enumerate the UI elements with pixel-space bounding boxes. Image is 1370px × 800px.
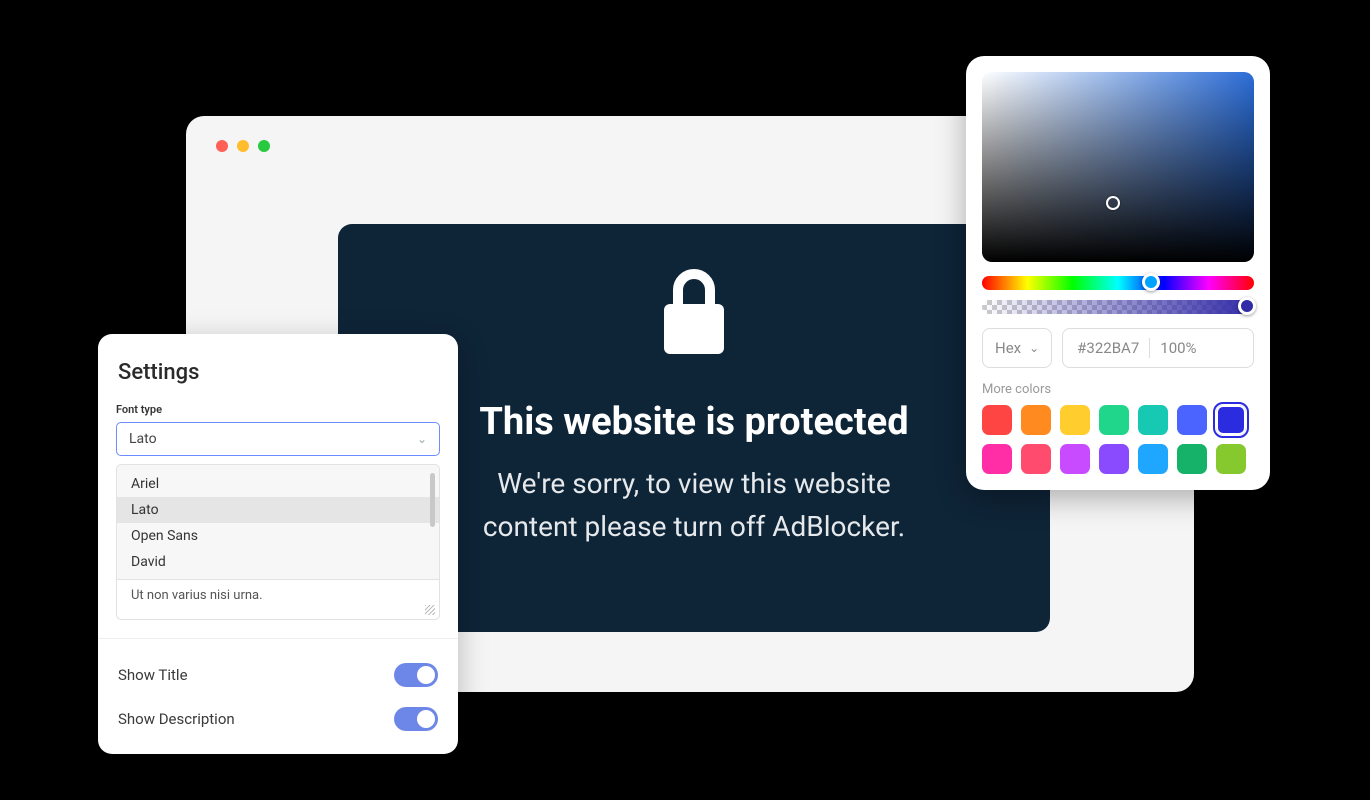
- color-swatch[interactable]: [1177, 444, 1207, 474]
- show-description-row: Show Description: [116, 701, 440, 737]
- description-textarea[interactable]: Ut non varius nisi urna.: [117, 579, 439, 619]
- lock-icon: [656, 264, 732, 362]
- color-swatch[interactable]: [1060, 444, 1090, 474]
- hue-handle[interactable]: [1142, 273, 1160, 291]
- font-option-lato[interactable]: Lato: [117, 497, 439, 523]
- settings-title: Settings: [116, 360, 440, 385]
- window-minimize-button[interactable]: [237, 140, 249, 152]
- show-title-toggle[interactable]: [394, 663, 438, 687]
- font-type-label: Font type: [116, 403, 440, 416]
- window-close-button[interactable]: [216, 140, 228, 152]
- dropdown-scrollbar[interactable]: [430, 473, 435, 527]
- show-description-toggle[interactable]: [394, 707, 438, 731]
- saturation-value-panel[interactable]: [982, 72, 1254, 262]
- color-swatch[interactable]: [1216, 444, 1246, 474]
- show-title-label: Show Title: [118, 666, 188, 684]
- color-swatch[interactable]: [1021, 405, 1051, 435]
- font-option-ariel[interactable]: Ariel: [117, 471, 439, 497]
- color-swatch[interactable]: [982, 444, 1012, 474]
- color-swatch[interactable]: [1138, 405, 1168, 435]
- resize-handle-icon[interactable]: [425, 605, 435, 615]
- color-swatch[interactable]: [1177, 405, 1207, 435]
- hex-input[interactable]: #322BA7 100%: [1062, 328, 1254, 368]
- show-description-label: Show Description: [118, 710, 235, 728]
- protected-description: We're sorry, to view this website conten…: [483, 462, 905, 549]
- hex-value: #322BA7: [1077, 339, 1139, 357]
- show-title-row: Show Title: [116, 657, 440, 693]
- color-picker-panel: Hex ⌄ #322BA7 100% More colors: [966, 56, 1270, 490]
- color-swatch[interactable]: [1138, 444, 1168, 474]
- color-swatch[interactable]: [1216, 405, 1246, 435]
- color-swatch[interactable]: [982, 405, 1012, 435]
- color-swatch[interactable]: [1099, 444, 1129, 474]
- color-swatch[interactable]: [1060, 405, 1090, 435]
- font-option-open-sans[interactable]: Open Sans: [117, 523, 439, 549]
- alpha-slider[interactable]: [982, 300, 1254, 314]
- settings-panel: Settings Font type Lato ⌄ Ariel Lato Ope…: [98, 334, 458, 754]
- window-maximize-button[interactable]: [258, 140, 270, 152]
- color-swatch[interactable]: [1099, 405, 1129, 435]
- font-type-select[interactable]: Lato ⌄: [116, 422, 440, 456]
- more-colors-label: More colors: [982, 382, 1254, 397]
- font-option-david[interactable]: David: [117, 549, 439, 575]
- swatch-grid: [982, 405, 1254, 474]
- alpha-value: 100%: [1160, 339, 1196, 357]
- font-type-value: Lato: [129, 431, 157, 447]
- protected-title: This website is protected: [479, 400, 908, 444]
- divider: [98, 638, 458, 639]
- color-format-value: Hex: [995, 339, 1021, 357]
- hue-slider[interactable]: [982, 276, 1254, 290]
- chevron-down-icon: ⌄: [1029, 341, 1039, 355]
- sv-cursor[interactable]: [1106, 196, 1120, 210]
- alpha-handle[interactable]: [1238, 297, 1256, 315]
- font-type-dropdown: Ariel Lato Open Sans David Ut non varius…: [116, 464, 440, 620]
- color-swatch[interactable]: [1021, 444, 1051, 474]
- chevron-down-icon: ⌄: [417, 432, 427, 446]
- color-format-select[interactable]: Hex ⌄: [982, 328, 1052, 368]
- divider: [1149, 338, 1150, 358]
